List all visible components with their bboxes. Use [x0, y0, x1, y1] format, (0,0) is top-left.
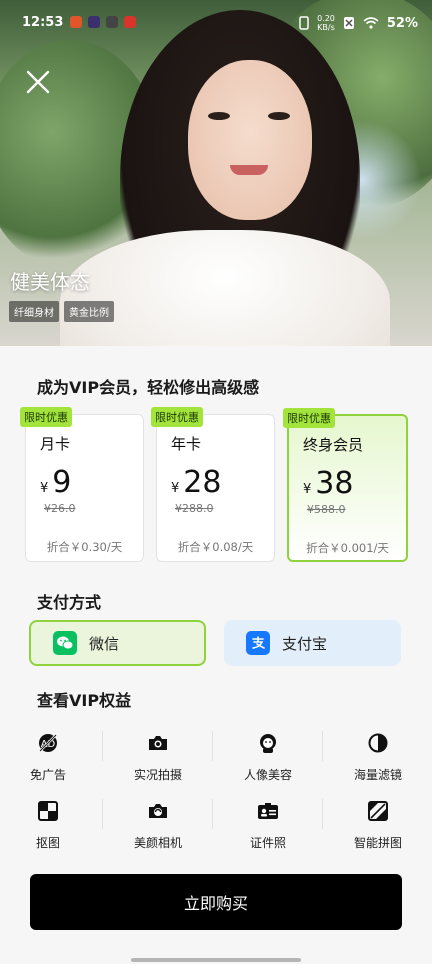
pay-option-label: 微信 [89, 634, 120, 653]
status-time: 12:53 [22, 15, 64, 30]
collage-icon [368, 801, 388, 821]
plan-name: 终身会员 [303, 436, 364, 454]
benefit-portrait-beauty[interactable]: 人像美容 [214, 732, 322, 783]
limited-offer-badge: 限时优惠 [151, 407, 203, 427]
plan-name: 年卡 [171, 435, 202, 453]
hero-tags: 纤细身材 黄金比例 [9, 301, 114, 322]
wechat-icon [53, 631, 77, 655]
divider [322, 799, 323, 829]
plan-per-day: 折合￥0.30/天 [46, 540, 123, 554]
divider [212, 799, 213, 829]
divider [212, 731, 213, 761]
hero-eye-right [268, 112, 290, 120]
divider [102, 799, 103, 829]
limited-offer-badge: 限时优惠 [283, 408, 335, 428]
alipay-icon [246, 631, 270, 655]
limited-offer-badge: 限时优惠 [20, 407, 72, 427]
hero-eye-left [208, 112, 230, 120]
app-notification-icon [124, 16, 136, 28]
pay-option-alipay[interactable]: 支付宝 [224, 620, 401, 666]
buy-now-button[interactable]: 立即购买 [30, 874, 402, 930]
plan-price: ¥ 9 [40, 465, 72, 500]
plan-card-monthly[interactable]: 限时优惠 月卡 ¥ 9 ¥26.0 折合￥0.30/天 [20, 407, 144, 562]
status-right: 0.20 KB/s 52% [299, 14, 418, 32]
plan-original-price: ¥588.0 [307, 503, 346, 516]
beauty-camera-icon [149, 804, 167, 818]
app-notification-icon [88, 16, 100, 28]
plan-per-day: 折合￥0.001/天 [306, 541, 389, 555]
cutout-icon [38, 801, 58, 821]
home-indicator[interactable] [131, 958, 301, 962]
close-icon[interactable] [24, 68, 52, 96]
divider [102, 731, 103, 761]
plan-card-yearly[interactable]: 限时优惠 年卡 ¥ 28 ¥288.0 折合￥0.08/天 [151, 407, 275, 562]
status-bar: 12:53 0.20 KB/s 52% [0, 0, 432, 48]
app-notification-icon [106, 16, 118, 28]
no-ads-icon: AD [39, 734, 57, 752]
portrait-icon [260, 734, 276, 753]
camera-icon [149, 736, 167, 750]
hero-mouth [230, 165, 268, 175]
hero-dress [60, 230, 390, 346]
id-photo-icon [258, 803, 278, 819]
benefit-live-photo[interactable]: 实况拍摄 [104, 732, 212, 783]
hero-tag: 黄金比例 [64, 301, 114, 322]
battery-level: 52% [386, 15, 418, 31]
benefit-id-photo[interactable]: 证件照 [214, 800, 322, 851]
benefit-smart-collage[interactable]: 智能拼图 [324, 800, 432, 851]
plan-price: ¥ 28 [171, 465, 222, 500]
benefit-filters[interactable]: 海量滤镜 [324, 732, 432, 783]
sim-disabled-icon [343, 17, 354, 29]
hero-tag: 纤细身材 [9, 301, 59, 322]
benefit-cutout[interactable]: 抠图 [0, 800, 102, 851]
plan-name: 月卡 [40, 435, 71, 453]
pay-option-wechat[interactable]: 微信 [29, 620, 206, 666]
plans-heading: 成为VIP会员，轻松修出高级感 [37, 378, 260, 397]
benefit-beauty-camera[interactable]: 美颜相机 [104, 800, 212, 851]
divider [322, 731, 323, 761]
app-notification-icon [70, 16, 82, 28]
plan-per-day: 折合￥0.08/天 [177, 540, 254, 554]
notification-icons [70, 16, 136, 28]
filter-icon [368, 733, 388, 753]
plan-original-price: ¥288.0 [175, 502, 214, 515]
plan-card-lifetime[interactable]: 限时优惠 终身会员 ¥ 38 ¥588.0 折合￥0.001/天 [283, 408, 408, 562]
plan-original-price: ¥26.0 [44, 502, 76, 515]
hero-title: 健美体态 [10, 270, 90, 294]
network-speed: 0.20 KB/s [317, 14, 335, 32]
benefit-no-ads[interactable]: AD 免广告 [0, 732, 102, 783]
benefits-heading: 查看VIP权益 [37, 691, 132, 710]
payment-heading: 支付方式 [37, 593, 102, 612]
pay-option-label: 支付宝 [282, 634, 328, 653]
plan-price: ¥ 38 [303, 466, 354, 501]
hero-face [188, 60, 312, 220]
wifi-icon [363, 17, 379, 29]
sim-icon [299, 16, 309, 30]
